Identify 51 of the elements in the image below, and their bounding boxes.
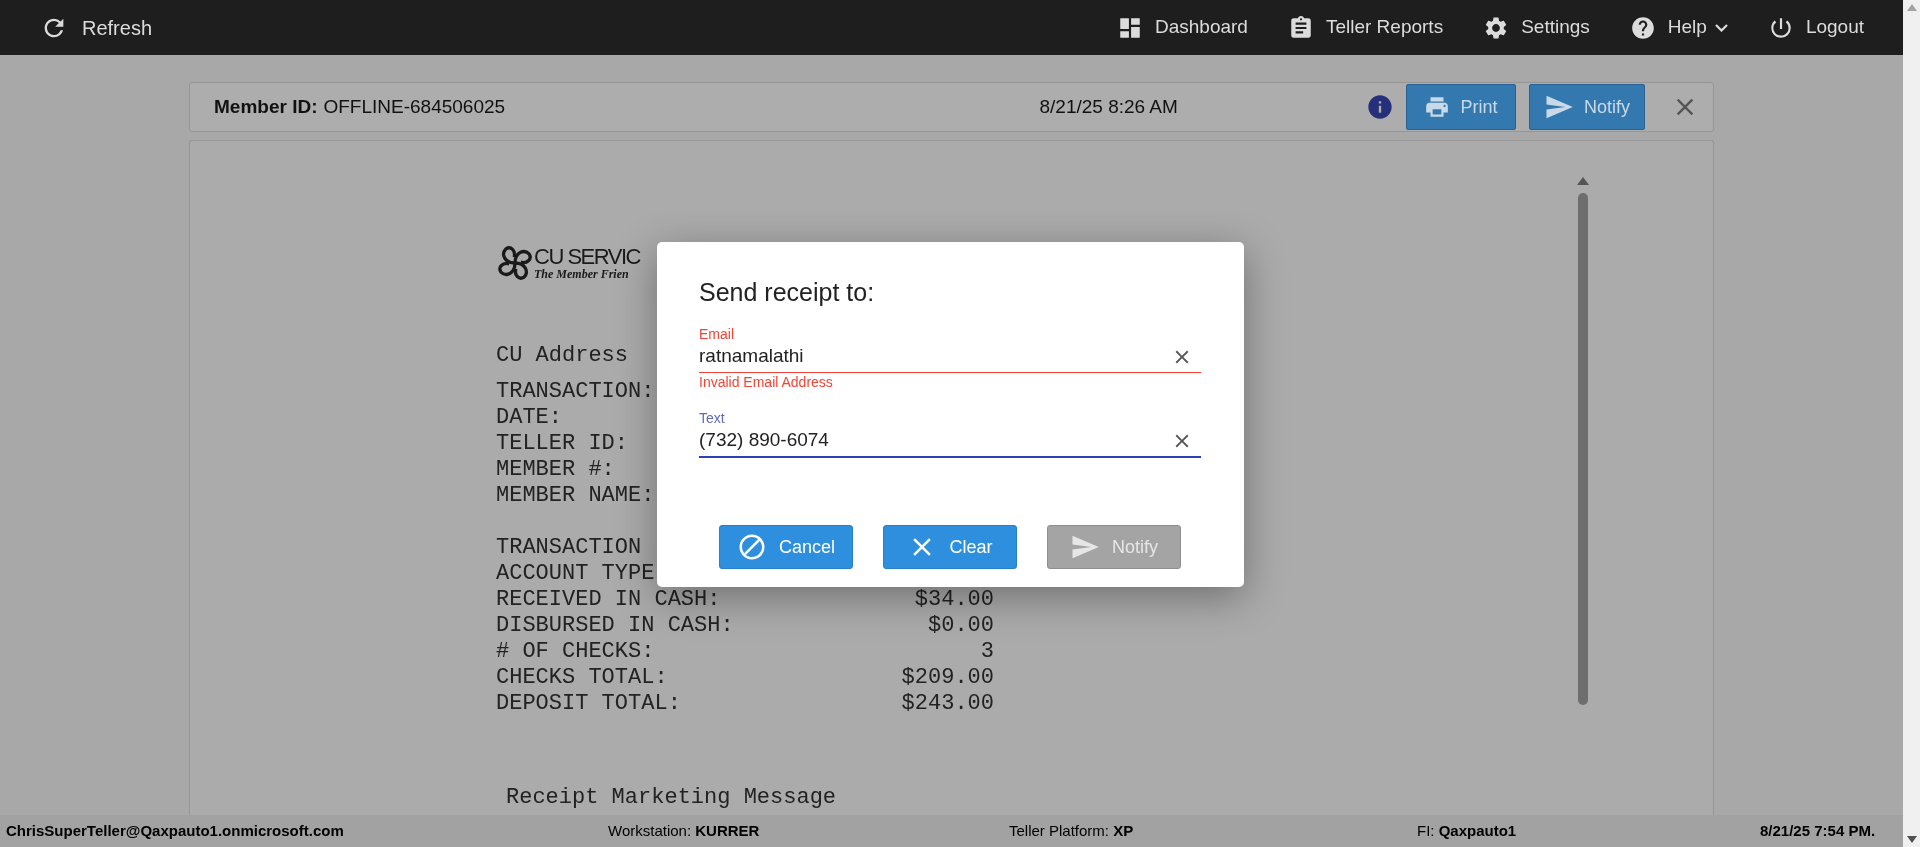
status-item: Teller Platform: XP — [1009, 820, 1135, 841]
receipt-label: DISBURSED IN CASH: — [496, 613, 734, 639]
receipt-label: DATE: — [496, 405, 562, 431]
refresh-button[interactable]: Refresh — [40, 12, 153, 43]
scroll-up-arrow-icon[interactable] — [1577, 177, 1589, 185]
field-value: (732) 890-6074 — [699, 428, 830, 453]
receipt-label: DEPOSIT TOTAL: — [496, 691, 681, 717]
receipt-label: MEMBER NAME: — [496, 483, 655, 509]
nav-link[interactable]: Help — [1629, 13, 1728, 42]
field-label: Text — [699, 409, 726, 426]
field-error: Invalid Email Address — [699, 373, 834, 390]
field-value: ratnamalathi — [699, 344, 805, 369]
receipt-address: CU Address — [496, 343, 629, 369]
info-icon[interactable] — [1366, 93, 1394, 121]
scroll-down-arrow-icon[interactable] — [1906, 836, 1917, 843]
receipt-label: # OF CHECKS: — [496, 639, 655, 665]
scrollbar-thumb[interactable] — [1578, 193, 1588, 705]
nav-link[interactable]: Teller Reports — [1287, 13, 1444, 42]
receipt-value: $209.00 — [901, 665, 994, 691]
receipt-label: TELLER ID: — [496, 431, 629, 457]
receipt-label: TRANSACTION — [496, 535, 642, 561]
receipt-label: ACCOUNT TYPE — [496, 561, 655, 587]
receipt-label: TRANSACTION: — [496, 379, 655, 405]
cancel-icon — [737, 532, 767, 562]
dialog-title: Send receipt to: — [699, 277, 876, 308]
status-time: 8/21/25 7:54 PM. — [1760, 820, 1876, 841]
nav-link[interactable]: Dashboard — [1116, 13, 1248, 42]
logo-name: CU SERVIC — [534, 246, 640, 268]
receipt-value: $243.00 — [901, 691, 994, 717]
status-item: FI: Qaxpauto1 — [1417, 820, 1518, 841]
user-email: ChrisSuperTeller@Qaxpauto1.onmicrosoft.com — [5, 820, 345, 841]
member-id-label: Member ID: — [214, 94, 318, 119]
receipt-timestamp: 8/21/25 8:26 AM — [1039, 94, 1178, 119]
printer-icon — [1424, 94, 1451, 120]
text-field[interactable]: Text (732) 890-6074 — [699, 409, 1201, 458]
nav-link[interactable]: Logout — [1767, 13, 1864, 42]
field-label: Email — [699, 325, 735, 342]
receipt-value: $34.00 — [914, 587, 994, 613]
receipt-value: 3 — [980, 639, 994, 665]
receipt-label: MEMBER #: — [496, 457, 615, 483]
receipt-value: $0.00 — [928, 613, 994, 639]
member-id: OFFLINE-684506025 — [323, 94, 507, 119]
help-icon — [1629, 14, 1656, 41]
swirl-logo-icon — [496, 244, 534, 282]
receipt-label: RECEIVED IN CASH: — [496, 587, 721, 613]
nav-link[interactable]: Settings — [1483, 13, 1590, 42]
receipt-label: CHECKS TOTAL: — [496, 665, 668, 691]
logo-tagline: The Member Frien — [534, 268, 629, 280]
marketing-message: Receipt Marketing Message — [506, 785, 837, 811]
text-field[interactable]: Email ratnamalathi — [699, 325, 1201, 373]
status-item: Workstation: KURRER — [608, 820, 761, 841]
